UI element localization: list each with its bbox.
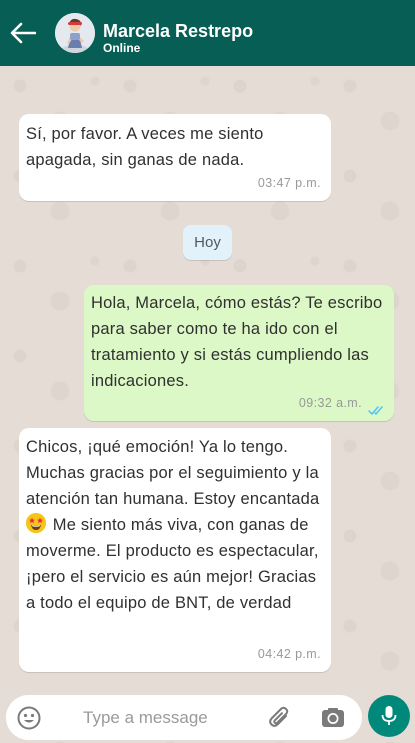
- contact-name[interactable]: Marcela Restrepo: [103, 21, 253, 42]
- microphone-icon: [381, 706, 397, 725]
- paperclip-icon: [269, 706, 289, 727]
- star-struck-emoji-icon: [26, 513, 46, 533]
- camera-button[interactable]: [320, 705, 346, 731]
- contact-status: Online: [103, 41, 141, 55]
- read-receipt-icon: [368, 406, 383, 415]
- emoji-button[interactable]: [16, 705, 42, 731]
- back-button[interactable]: [8, 18, 38, 48]
- chat-header: Marcela Restrepo Online: [0, 0, 415, 66]
- message-input[interactable]: [81, 703, 265, 733]
- camera-icon: [322, 708, 344, 727]
- incoming-message[interactable]: Sí, por favor. A veces me siento apagada…: [19, 114, 331, 201]
- message-text: Sí, por favor. A veces me siento apagada…: [26, 125, 264, 169]
- message-text-part: Me siento más viva, con ganas de moverme…: [26, 516, 319, 612]
- smiley-icon: [17, 706, 41, 730]
- arrow-left-icon: [10, 22, 36, 44]
- message-time: 04:42 p.m.: [257, 647, 321, 661]
- message-text: Chicos, ¡qué emoción! Ya lo tengo. Mucha…: [26, 434, 326, 616]
- outgoing-message[interactable]: Hola, Marcela, cómo estás? Te escribo pa…: [84, 285, 394, 421]
- message-time: 03:47 p.m.: [257, 176, 321, 190]
- message-composer: [6, 695, 362, 740]
- contact-avatar[interactable]: [55, 13, 95, 53]
- message-time: 09:32 a.m.: [298, 396, 362, 410]
- message-text: Hola, Marcela, cómo estás? Te escribo pa…: [91, 294, 383, 390]
- date-separator: Hoy: [183, 225, 232, 260]
- message-text-part: Chicos, ¡qué emoción! Ya lo tengo. Mucha…: [26, 438, 320, 508]
- microphone-button[interactable]: [368, 695, 410, 737]
- incoming-message[interactable]: Chicos, ¡qué emoción! Ya lo tengo. Mucha…: [19, 428, 331, 672]
- attach-button[interactable]: [266, 704, 294, 732]
